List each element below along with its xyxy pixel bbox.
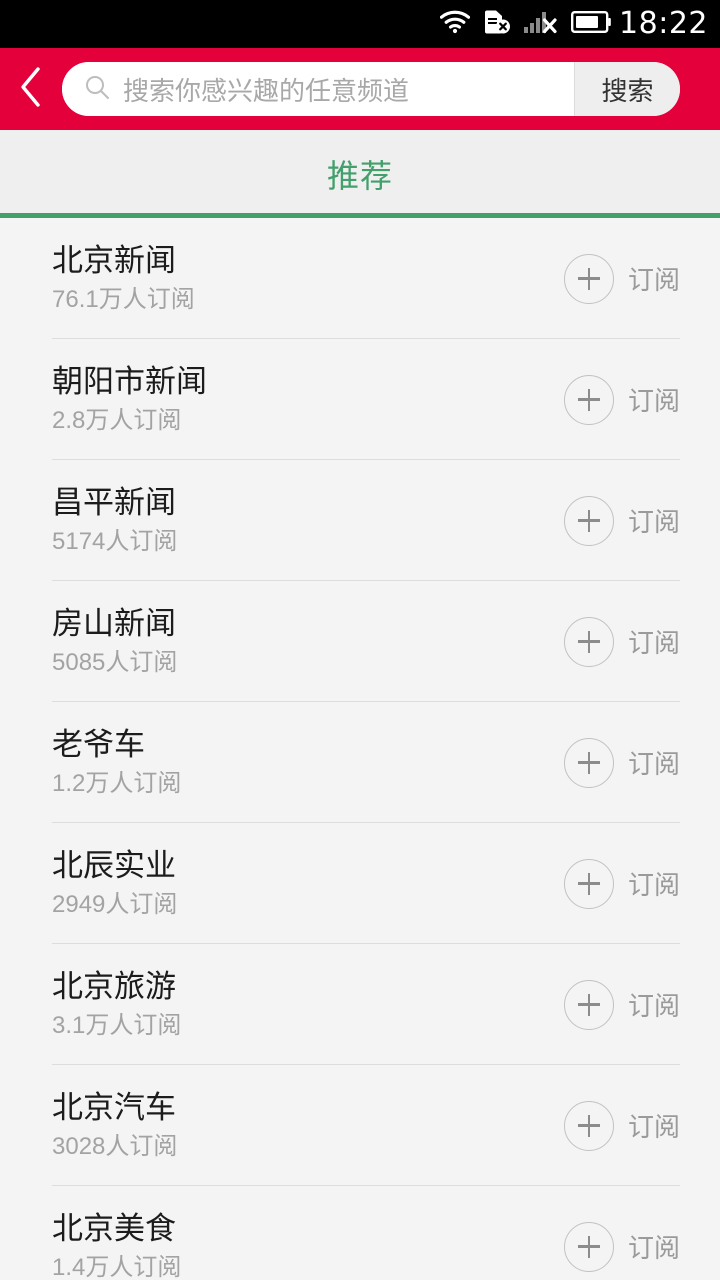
channel-name: 北京美食: [52, 1211, 176, 1247]
plus-icon: [563, 495, 614, 546]
channel-name: 朝阳市新闻: [52, 364, 207, 400]
subscribe-button[interactable]: 订阅: [563, 495, 680, 546]
channel-name: 房山新闻: [52, 606, 176, 642]
plus-icon: [563, 1100, 614, 1151]
status-bar-clock: 18:22: [619, 6, 708, 41]
channel-subscriber-count: 76.1万人订阅: [52, 285, 195, 313]
subscribe-label: 订阅: [627, 1112, 680, 1142]
wifi-icon: [439, 10, 471, 39]
channel-row[interactable]: 北京美食 1.4万人订阅 订阅: [0, 1186, 720, 1280]
channel-info: 房山新闻 5085人订阅: [52, 607, 564, 675]
sim-card-error-icon: [483, 9, 511, 40]
tab-recommended[interactable]: 推荐: [327, 151, 393, 197]
search-input[interactable]: 搜索你感兴趣的任意频道: [62, 62, 574, 116]
channel-info: 北京新闻 76.1万人订阅: [52, 244, 564, 312]
channel-row[interactable]: 房山新闻 5085人订阅 订阅: [0, 581, 720, 702]
subscribe-button[interactable]: 订阅: [563, 1221, 680, 1272]
subscribe-button[interactable]: 订阅: [563, 1100, 680, 1151]
channel-subscriber-count: 5085人订阅: [52, 648, 178, 676]
channel-subscriber-count: 1.2万人订阅: [52, 769, 182, 797]
channel-info: 北京旅游 3.1万人订阅: [52, 970, 564, 1038]
plus-icon: [563, 858, 614, 909]
channel-row[interactable]: 北京新闻 76.1万人订阅 订阅: [0, 218, 720, 339]
search-bar: 搜索你感兴趣的任意频道 搜索: [62, 62, 680, 116]
channel-subscriber-count: 5174人订阅: [52, 527, 178, 555]
channel-name: 北京新闻: [52, 243, 176, 279]
channel-info: 北辰实业 2949人订阅: [52, 849, 564, 917]
channel-row[interactable]: 昌平新闻 5174人订阅 订阅: [0, 460, 720, 581]
channel-list[interactable]: 北京新闻 76.1万人订阅 订阅 朝阳市新闻 2.8万人订阅 订阅 昌平新闻 5174人订阅订…: [0, 218, 720, 1280]
channel-name: 北京旅游: [52, 969, 176, 1005]
plus-icon: [563, 374, 614, 425]
channel-row[interactable]: 北京旅游 3.1万人订阅 订阅: [0, 944, 720, 1065]
channel-row[interactable]: 老爷车 1.2万人订阅 订阅: [0, 702, 720, 823]
channel-subscriber-count: 3028人订阅: [52, 1132, 178, 1160]
channel-name: 昌平新闻: [52, 485, 176, 521]
battery-icon: [571, 10, 611, 38]
search-submit-button[interactable]: 搜索: [574, 62, 680, 116]
channel-subscriber-count: 3.1万人订阅: [52, 1011, 182, 1039]
subscribe-label: 订阅: [627, 628, 680, 658]
channel-info: 昌平新闻 5174人订阅: [52, 486, 564, 554]
back-button[interactable]: [0, 48, 62, 130]
channel-info: 北京美食 1.4万人订阅: [52, 1212, 564, 1280]
subscribe-label: 订阅: [627, 1233, 680, 1263]
channel-row[interactable]: 北辰实业 2949人订阅 订阅: [0, 823, 720, 944]
signal-no-service-icon: [524, 10, 558, 39]
subscribe-button[interactable]: 订阅: [563, 253, 680, 304]
search-header: 搜索你感兴趣的任意频道 搜索: [0, 48, 720, 130]
subscribe-label: 订阅: [627, 991, 680, 1021]
subscribe-label: 订阅: [627, 507, 680, 537]
channel-row[interactable]: 北京汽车 3028人订阅 订阅: [0, 1065, 720, 1186]
search-placeholder: 搜索你感兴趣的任意频道: [123, 75, 410, 106]
search-icon: [84, 74, 110, 105]
plus-icon: [563, 979, 614, 1030]
subscribe-button[interactable]: 订阅: [563, 979, 680, 1030]
chevron-left-icon: [18, 65, 44, 114]
channel-row[interactable]: 朝阳市新闻 2.8万人订阅 订阅: [0, 339, 720, 460]
channel-name: 老爷车: [52, 727, 145, 763]
plus-icon: [563, 1221, 614, 1272]
subscribe-label: 订阅: [627, 870, 680, 900]
subscribe-button[interactable]: 订阅: [563, 616, 680, 667]
channel-name: 北京汽车: [52, 1090, 176, 1126]
subscribe-button[interactable]: 订阅: [563, 858, 680, 909]
plus-icon: [563, 737, 614, 788]
status-bar-icons: [439, 9, 611, 40]
channel-info: 老爷车 1.2万人订阅: [52, 728, 564, 796]
status-bar: 18:22: [0, 0, 720, 48]
channel-subscriber-count: 1.4万人订阅: [52, 1253, 182, 1280]
channel-subscriber-count: 2949人订阅: [52, 890, 178, 918]
subscribe-label: 订阅: [627, 265, 680, 295]
subscribe-button[interactable]: 订阅: [563, 737, 680, 788]
subscribe-button[interactable]: 订阅: [563, 374, 680, 425]
channel-info: 北京汽车 3028人订阅: [52, 1091, 564, 1159]
subscribe-label: 订阅: [627, 749, 680, 779]
channel-name: 北辰实业: [52, 848, 176, 884]
plus-icon: [563, 616, 614, 667]
tab-bar: 推荐: [0, 130, 720, 218]
subscribe-label: 订阅: [627, 386, 680, 416]
channel-info: 朝阳市新闻 2.8万人订阅: [52, 365, 564, 433]
channel-subscriber-count: 2.8万人订阅: [52, 406, 182, 434]
plus-icon: [563, 253, 614, 304]
